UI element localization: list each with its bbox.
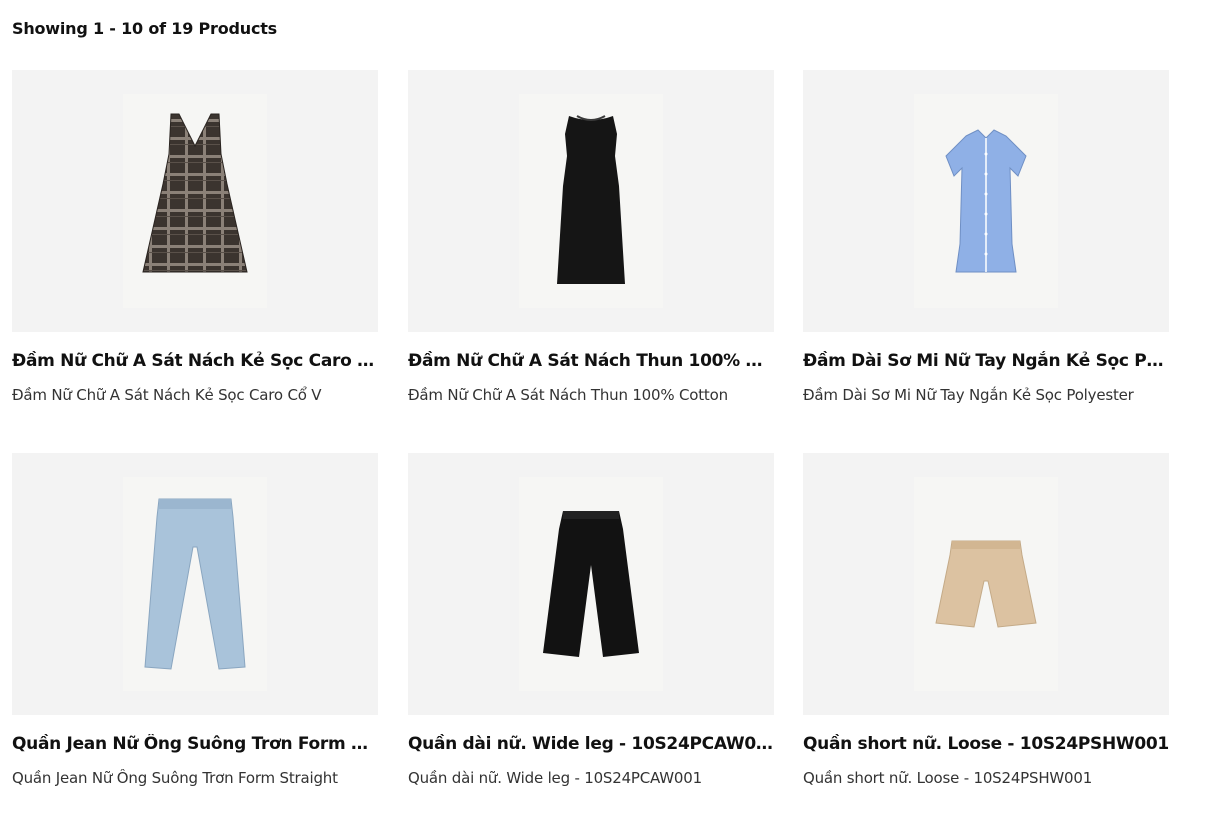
product-image[interactable] <box>803 70 1169 332</box>
result-count: Showing 1 - 10 of 19 Products <box>12 19 278 38</box>
product-image[interactable] <box>12 70 378 332</box>
product-title[interactable]: Quần Jean Nữ Ống Suông Trơn Form Straigh… <box>12 734 378 754</box>
product-title[interactable]: Đầm Dài Sơ Mi Nữ Tay Ngắn Kẻ Sọc Polyest… <box>803 351 1169 371</box>
product-card[interactable]: Đầm Nữ Chữ A Sát Nách Thun 100% Cotton Đ… <box>408 70 774 404</box>
plaid-dress-icon <box>142 113 248 273</box>
black-dress-icon <box>557 115 625 284</box>
product-image[interactable] <box>12 453 378 715</box>
product-title[interactable]: Đầm Nữ Chữ A Sát Nách Thun 100% Cotton <box>408 351 774 371</box>
product-description: Quần short nữ. Loose - 10S24PSHW001 <box>803 769 1093 787</box>
product-title[interactable]: Quần dài nữ. Wide leg - 10S24PCAW001 <box>408 734 774 754</box>
shorts-icon <box>935 540 1037 628</box>
product-card[interactable]: Quần dài nữ. Wide leg - 10S24PCAW001 Quầ… <box>408 453 774 787</box>
product-card[interactable]: Đầm Nữ Chữ A Sát Nách Kẻ Sọc Caro Cổ V Đ… <box>12 70 378 404</box>
product-description: Quần Jean Nữ Ống Suông Trơn Form Straigh… <box>12 769 338 787</box>
product-description: Đầm Dài Sơ Mi Nữ Tay Ngắn Kẻ Sọc Polyest… <box>803 386 1134 404</box>
product-description: Đầm Nữ Chữ A Sát Nách Thun 100% Cotton <box>408 386 728 404</box>
product-title[interactable]: Quần short nữ. Loose - 10S24PSHW001 <box>803 734 1169 754</box>
product-image[interactable] <box>408 70 774 332</box>
product-description: Đầm Nữ Chữ A Sát Nách Kẻ Sọc Caro Cổ V <box>12 386 322 404</box>
product-card[interactable]: Đầm Dài Sơ Mi Nữ Tay Ngắn Kẻ Sọc Polyest… <box>803 70 1169 404</box>
product-card[interactable]: Quần Jean Nữ Ống Suông Trơn Form Straigh… <box>12 453 378 787</box>
product-title[interactable]: Đầm Nữ Chữ A Sát Nách Kẻ Sọc Caro Cổ V <box>12 351 378 371</box>
product-card[interactable]: Quần short nữ. Loose - 10S24PSHW001 Quần… <box>803 453 1169 787</box>
product-description: Quần dài nữ. Wide leg - 10S24PCAW001 <box>408 769 702 787</box>
jeans-icon <box>144 498 246 670</box>
product-image[interactable] <box>803 453 1169 715</box>
wide-leg-pants-icon <box>543 511 639 657</box>
shirt-dress-icon <box>945 129 1027 273</box>
product-image[interactable] <box>408 453 774 715</box>
